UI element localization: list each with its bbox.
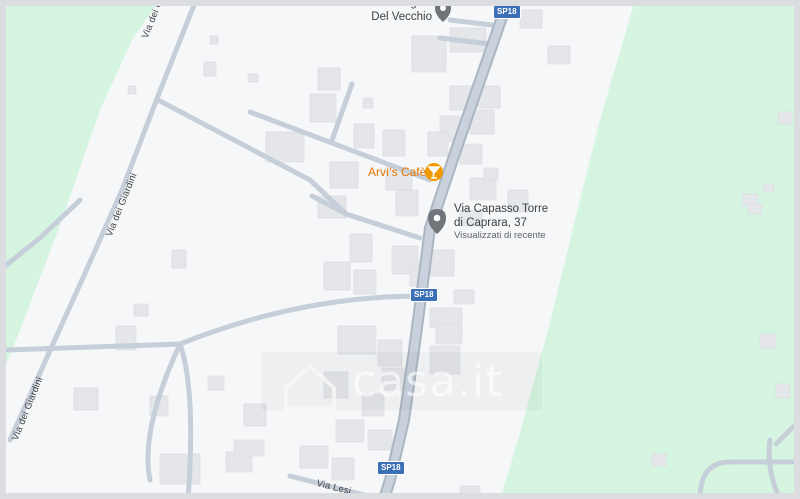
- poi-subtitle: Visualizzati di recente: [454, 230, 546, 241]
- poi-via-capasso[interactable]: Via Capasso Torre di Caprara, 37 Visuali…: [454, 202, 548, 241]
- poi-name-line: Del Vecchio: [371, 11, 432, 23]
- poi-studio-legale[interactable]: Studio Legale Del Vecchio: [360, 0, 432, 24]
- poi-name-line: di Caprara, 37: [454, 217, 527, 229]
- map-canvas[interactable]: [0, 0, 800, 499]
- poi-name-line: Via Capasso Torre: [454, 203, 549, 215]
- watermark-text: casa.it: [352, 356, 504, 407]
- poi-arvis-cafe[interactable]: Arvì's Cafè: [368, 165, 426, 179]
- road-shield-sp18: SP18: [377, 461, 405, 475]
- map-view[interactable]: casa.it Studio Legale Del Vecchio Arvì's…: [0, 0, 800, 499]
- road-shield-sp18: SP18: [493, 5, 521, 19]
- cafe-pin-icon[interactable]: [425, 163, 443, 181]
- poi-name-line: Studio Legale: [361, 0, 432, 9]
- road-shield-sp18: SP18: [410, 288, 438, 302]
